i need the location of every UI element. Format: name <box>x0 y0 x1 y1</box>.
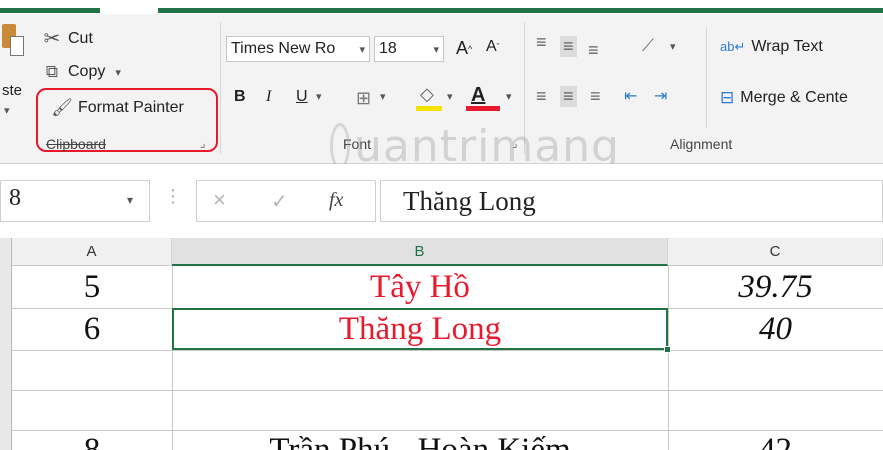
ribbon-divider <box>706 28 707 128</box>
decrease-indent-icon[interactable]: ⇤ <box>624 86 637 106</box>
wrap-text-label: Wrap Text <box>751 38 823 55</box>
name-box[interactable]: 8 ▾ <box>0 180 150 222</box>
font-name-dropdown[interactable]: Times New Ro ▾ <box>226 36 370 62</box>
align-top-icon[interactable]: ≡ <box>536 32 547 53</box>
cell-a8-value: 8 <box>83 432 101 450</box>
dialog-launcher-icon[interactable]: ⌟ <box>200 136 206 150</box>
fill-color-swatch <box>416 106 442 111</box>
column-header-b[interactable]: B <box>172 238 668 266</box>
cell-a-empty[interactable] <box>12 350 172 390</box>
chevron-down-icon[interactable]: ▾ <box>670 40 676 53</box>
align-middle-icon[interactable]: ≡ <box>560 36 577 57</box>
cell-c-empty[interactable] <box>668 390 883 430</box>
cell-c8-value: 42 <box>759 432 792 450</box>
cell-b5[interactable]: Tây Hồ <box>172 266 668 308</box>
cell-a5[interactable]: 5 <box>12 266 172 308</box>
caret-down-icon: ˇ <box>496 42 500 52</box>
merge-cells-icon: ⊟ <box>720 88 735 107</box>
font-size-dropdown[interactable]: 18 ▾ <box>374 36 444 62</box>
increase-indent-icon[interactable]: ⇥ <box>654 86 667 106</box>
underline-button[interactable]: U <box>296 88 308 106</box>
ribbon-divider <box>524 22 525 154</box>
name-box-value: 8 <box>9 185 21 211</box>
cell-a-empty[interactable] <box>12 390 172 430</box>
chevron-down-icon: ▾ <box>115 66 121 79</box>
orientation-icon[interactable]: ⟋ <box>642 36 654 56</box>
paste-paper-shape <box>10 36 24 56</box>
borders-icon[interactable]: ⊞ <box>356 88 371 109</box>
alignment-group-label: Alignment <box>670 136 733 152</box>
insert-function-button[interactable]: fx <box>329 189 343 212</box>
chevron-down-icon[interactable]: ▾ <box>447 90 453 103</box>
ribbon-tab-strip-left <box>0 8 100 13</box>
formula-buttons: × ✓ fx <box>196 180 376 222</box>
font-name-value: Times New Ro <box>231 40 336 57</box>
cut-label: Cut <box>68 29 93 47</box>
paste-button-label[interactable]: ste <box>2 82 22 99</box>
align-left-icon[interactable]: ≡ <box>536 86 547 107</box>
formula-input[interactable]: Thăng Long <box>380 180 883 222</box>
cell-c8[interactable]: 42 <box>668 430 883 450</box>
cell-b-empty[interactable] <box>172 350 668 390</box>
formula-bar-splitter-icon[interactable]: ⋮ <box>164 186 182 207</box>
cell-a6[interactable]: 6 <box>12 308 172 350</box>
wrap-text-icon: ab↵ <box>720 39 746 54</box>
grow-font-label: A <box>456 38 469 58</box>
bold-button[interactable]: B <box>234 88 246 106</box>
cancel-icon[interactable]: × <box>213 187 226 213</box>
active-cell-border <box>172 308 668 350</box>
align-bottom-icon[interactable]: ≡ <box>588 40 599 61</box>
italic-button[interactable]: I <box>266 88 271 106</box>
fill-handle[interactable] <box>664 346 671 353</box>
clipboard-group-label: Clipboard <box>46 136 106 152</box>
cell-b-empty[interactable] <box>172 390 668 430</box>
scissors-icon: ✂ <box>43 28 61 50</box>
paste-dropdown-icon[interactable]: ▾ <box>4 104 10 117</box>
shrink-font-button[interactable]: Aˇ <box>486 38 500 56</box>
cell-c5[interactable]: 39.75 <box>668 266 883 308</box>
chevron-down-icon: ▾ <box>359 43 365 56</box>
chevron-down-icon: ▾ <box>433 43 439 56</box>
font-color-button[interactable]: A <box>471 84 485 107</box>
title-strip <box>0 0 883 14</box>
cell-c-empty[interactable] <box>668 350 883 390</box>
enter-check-icon[interactable]: ✓ <box>271 189 288 214</box>
cut-button[interactable]: ✂ Cut <box>40 26 93 51</box>
copy-label: Copy <box>68 63 106 80</box>
active-tab-gap <box>100 8 158 13</box>
chevron-down-icon[interactable]: ▾ <box>127 193 133 207</box>
font-color-swatch <box>466 106 500 111</box>
cell-b8[interactable]: Trần Phú - Hoàn Kiếm <box>172 430 668 450</box>
font-group-label: Font <box>343 136 372 152</box>
grow-font-button[interactable]: A ^ <box>456 38 472 59</box>
wrap-text-button[interactable]: ab↵ Wrap Text <box>720 38 823 56</box>
font-size-value: 18 <box>379 40 397 57</box>
merge-center-label: Merge & Cente <box>740 89 848 106</box>
fill-color-icon[interactable]: ◇ <box>420 84 434 105</box>
column-header-c[interactable]: C <box>668 238 883 266</box>
align-center-icon[interactable]: ≡ <box>560 86 577 107</box>
chevron-down-icon[interactable]: ▾ <box>506 90 512 103</box>
copy-icon: ⧉ <box>45 62 59 81</box>
ribbon-divider <box>220 22 221 154</box>
chevron-down-icon[interactable]: ▾ <box>380 90 386 103</box>
align-right-icon[interactable]: ≡ <box>590 86 601 107</box>
copy-button[interactable]: ⧉ Copy ▾ <box>40 62 121 82</box>
cell-a8[interactable]: 8 <box>12 430 172 450</box>
caret-up-icon: ^ <box>468 43 473 54</box>
dialog-launcher-icon[interactable]: ⌟ <box>512 136 518 150</box>
shrink-font-label: A <box>486 38 497 55</box>
row-header-strip <box>0 238 12 450</box>
merge-center-button[interactable]: ⊟ Merge & Cente <box>720 88 848 108</box>
chevron-down-icon[interactable]: ▾ <box>316 90 322 103</box>
column-header-a[interactable]: A <box>12 238 172 266</box>
paste-icon[interactable] <box>0 24 26 62</box>
cell-c6[interactable]: 40 <box>668 308 883 350</box>
cell-b8-value: Trần Phú - Hoàn Kiếm <box>269 432 571 450</box>
ribbon-tab-strip <box>158 8 883 13</box>
